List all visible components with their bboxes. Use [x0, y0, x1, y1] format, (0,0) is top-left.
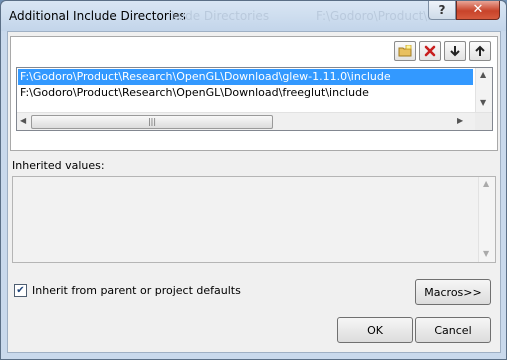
- horizontal-scroll-thumb[interactable]: |||: [31, 115, 273, 129]
- checkmark-icon: ✔: [16, 285, 25, 296]
- dialog-client-area: F:\Godoro\Product\Research\OpenGL\Downlo…: [7, 31, 501, 353]
- inherited-values-box: ▲ ▼: [12, 176, 496, 263]
- inherited-scrollbar[interactable]: ▲ ▼: [478, 177, 495, 262]
- list-toolbar: [394, 41, 491, 61]
- close-button[interactable]: ✕: [456, 1, 500, 20]
- scroll-left-icon[interactable]: ◀: [20, 116, 26, 125]
- directory-path: F:\Godoro\Product\Research\OpenGL\Downlo…: [20, 70, 391, 83]
- cancel-button[interactable]: Cancel: [415, 317, 491, 343]
- inherit-checkbox-label: Inherit from parent or project defaults: [32, 284, 241, 297]
- scroll-up-icon[interactable]: ▲: [483, 179, 489, 188]
- move-up-button[interactable]: [469, 41, 491, 61]
- title-bar[interactable]: Additional Include Directories Lude Dire…: [1, 1, 506, 31]
- dialog-window: Additional Include Directories Lude Dire…: [0, 0, 507, 360]
- ok-button[interactable]: OK: [337, 317, 413, 343]
- delete-icon: [424, 45, 436, 57]
- horizontal-scrollbar[interactable]: ◀ ||| ▶: [17, 112, 492, 130]
- arrow-up-icon: [475, 45, 485, 56]
- directories-panel: F:\Godoro\Product\Research\OpenGL\Downlo…: [10, 36, 498, 151]
- directories-rows: F:\Godoro\Product\Research\OpenGL\Downlo…: [18, 69, 473, 111]
- scroll-down-icon[interactable]: ▼: [483, 249, 489, 258]
- macros-button-label: Macros>>: [424, 285, 482, 299]
- inherit-checkbox-row[interactable]: ✔ Inherit from parent or project default…: [14, 284, 241, 297]
- delete-button[interactable]: [419, 41, 441, 61]
- scroll-right-icon[interactable]: ▶: [457, 116, 463, 125]
- directory-row[interactable]: F:\Godoro\Product\Research\OpenGL\Downlo…: [18, 69, 473, 85]
- window-title: Additional Include Directories: [9, 9, 186, 23]
- cancel-button-label: Cancel: [434, 323, 472, 337]
- move-down-button[interactable]: [444, 41, 466, 61]
- background-ghost-text: Lude Directories: [171, 9, 270, 23]
- directory-row[interactable]: F:\Godoro\Product\Research\OpenGL\Downlo…: [18, 85, 473, 101]
- inherit-checkbox[interactable]: ✔: [14, 284, 27, 297]
- scroll-corner: [475, 113, 492, 130]
- directory-path: F:\Godoro\Product\Research\OpenGL\Downlo…: [20, 86, 369, 99]
- inherited-values-label: Inherited values:: [12, 159, 105, 172]
- help-button[interactable]: ?: [428, 1, 456, 20]
- new-line-button[interactable]: [394, 41, 416, 61]
- macros-button[interactable]: Macros>>: [415, 279, 491, 305]
- title-buttons: ? ✕: [428, 1, 500, 20]
- ok-button-label: OK: [367, 323, 383, 337]
- directories-list: F:\Godoro\Product\Research\OpenGL\Downlo…: [16, 67, 493, 131]
- arrow-down-icon: [450, 46, 460, 57]
- new-folder-icon: [398, 45, 412, 57]
- scroll-up-icon[interactable]: ▲: [480, 70, 486, 79]
- scroll-down-icon[interactable]: ▼: [480, 98, 486, 107]
- vertical-scrollbar[interactable]: ▲ ▼: [475, 68, 492, 112]
